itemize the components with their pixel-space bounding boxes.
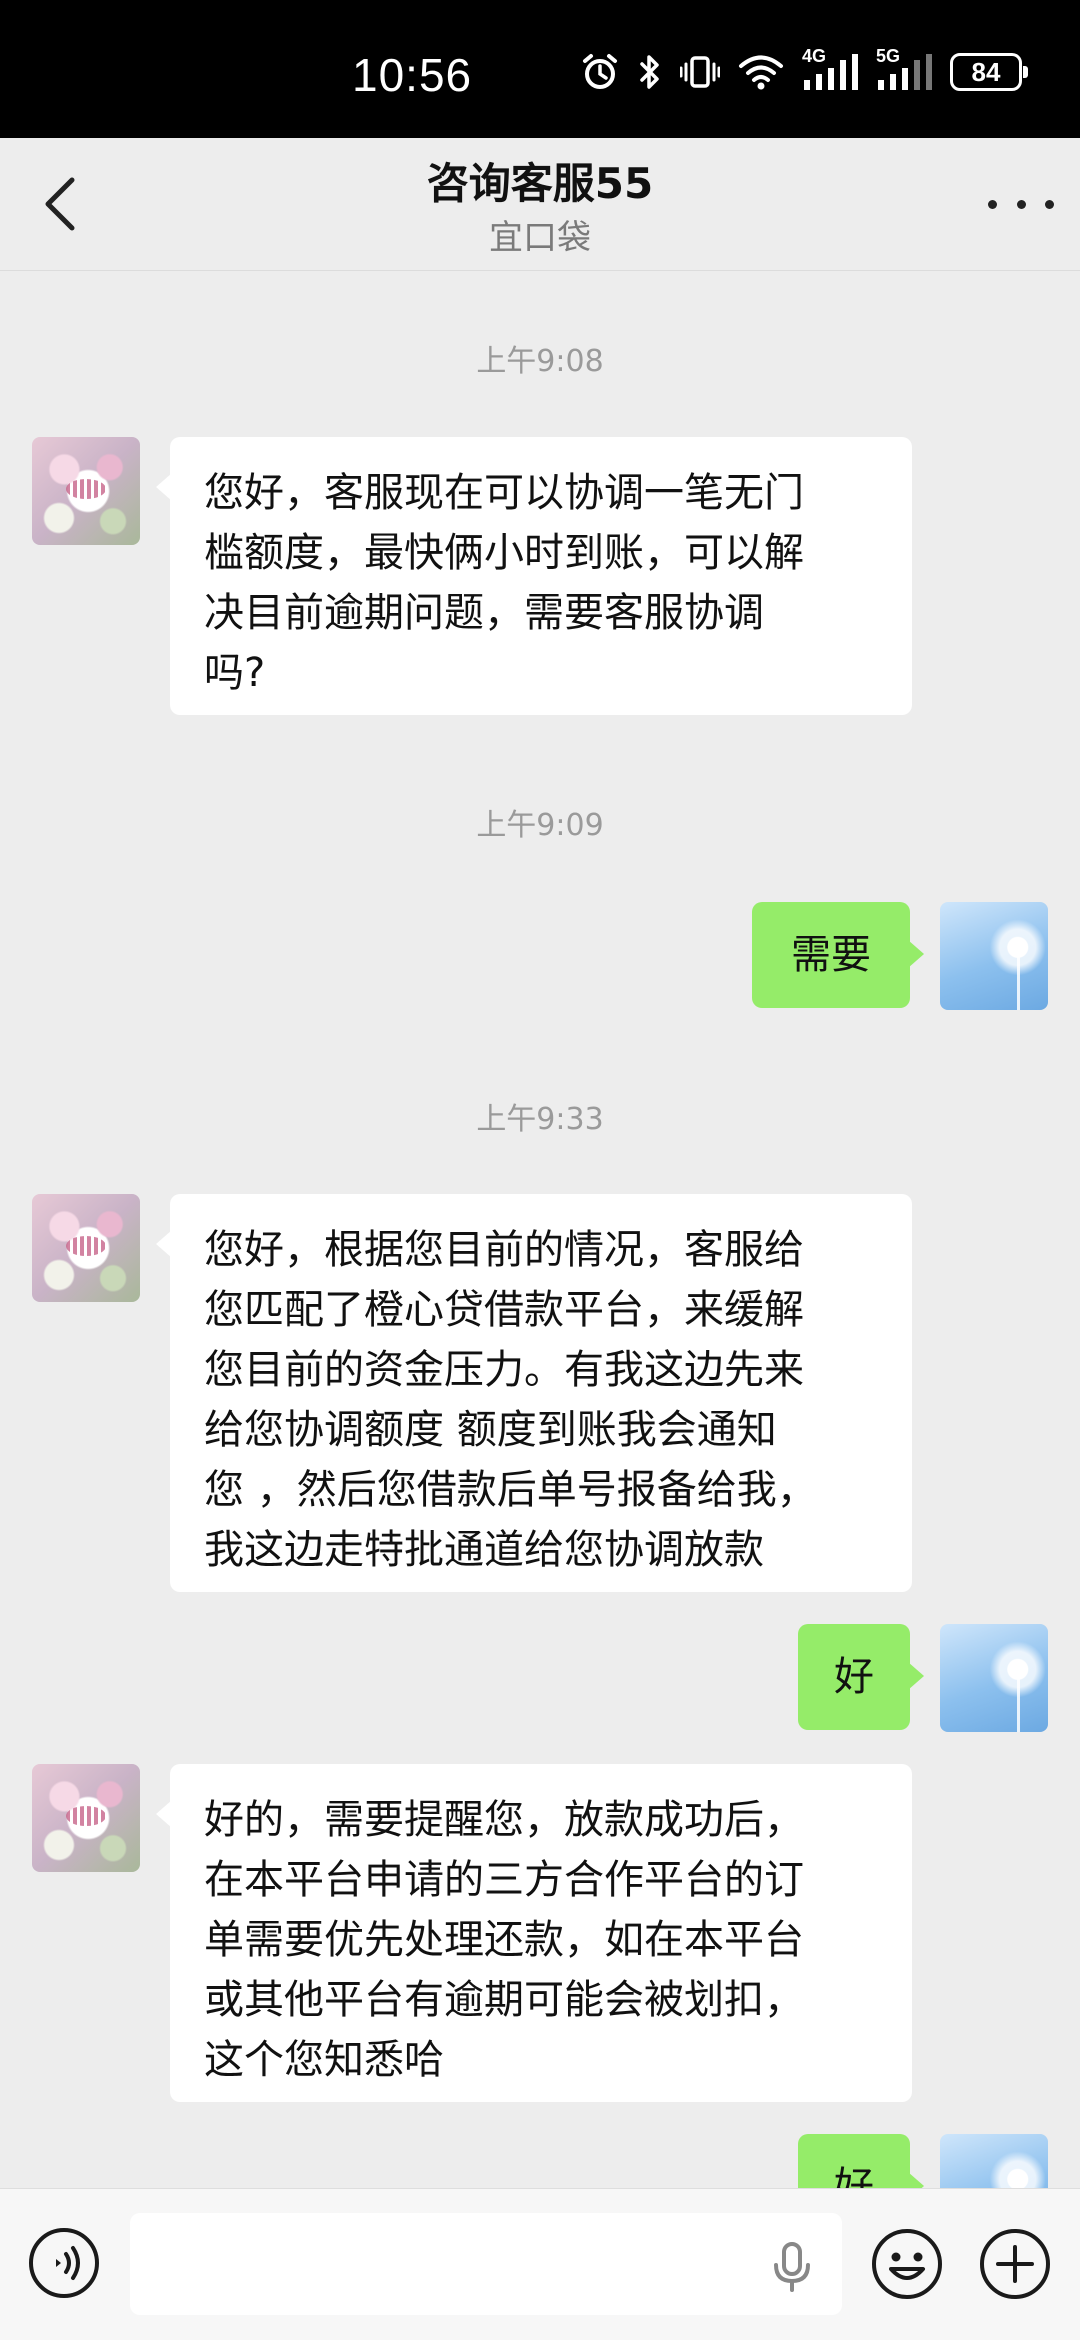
message-line: 槛额度，最快俩小时到账，可以解 [204,530,804,576]
message-line: 给您协调额度 额度到账我会通知 [204,1407,777,1453]
message-text: 好 [834,2164,874,2188]
chat-header: 咨询客服55 宜口袋 [0,138,1080,271]
message-line: 单需要优先处理还款，如在本平台 [204,1917,804,1963]
user-avatar[interactable] [940,902,1048,1010]
message-text: 需要 [791,932,871,978]
more-dot [988,199,997,209]
bluetooth-icon [640,55,659,89]
timestamp: 上午9:08 [476,344,604,379]
message-bubble-received[interactable]: 您好，客服现在可以协调一笔无门 槛额度，最快俩小时到账，可以解 决目前逾期问题，… [156,437,912,715]
input-bar [0,2188,1080,2340]
message-line: 您 ，然后您借款后单号报备给我， [204,1467,817,1513]
alarm-icon [583,54,617,89]
signal-5g: 5G [876,46,932,92]
message-line: 您好，客服现在可以协调一笔无门 [204,470,804,516]
more-button[interactable] [988,182,1054,226]
message-text: 好 [834,1654,874,1700]
chat-subtitle: 宜口袋 [489,218,591,258]
timestamp: 上午9:09 [476,808,604,843]
more-functions-button[interactable] [978,2227,1052,2301]
message-line: 在本平台申请的三方合作平台的订 [204,1857,804,1903]
message-line: 好的，需要提醒您，放款成功后， [204,1797,804,1843]
message-line: 吗? [204,650,266,696]
status-icons: 4G 5G 84 [580,46,1028,92]
emoji-button[interactable] [870,2227,944,2301]
chat-screen: 10:56 4G 5G 84 咨询客服55 宜口袋 上午9:08 您好，客服现在… [0,0,1080,2340]
message-line: 这个您知悉哈 [204,2037,444,2083]
message-bubble-received[interactable]: 好的，需要提醒您，放款成功后， 在本平台申请的三方合作平台的订 单需要优先处理还… [156,1764,912,2102]
voice-mode-icon [29,2228,99,2298]
message-line: 决目前逾期问题，需要客服协调 [204,590,764,636]
message-bubble-sent[interactable]: 好 [798,1624,924,1730]
user-avatar[interactable] [940,2134,1048,2188]
message-bubble-sent[interactable]: 需要 [752,902,924,1008]
message-bubble-received[interactable]: 您好，根据您目前的情况，客服给 您匹配了橙心贷借款平台，来缓解 您目前的资金压力… [156,1194,912,1592]
plus-icon [980,2229,1050,2299]
more-dot [1045,199,1054,209]
message-input[interactable] [130,2213,842,2315]
message-line: 或其他平台有逾期可能会被划扣， [204,1977,804,2023]
message-list[interactable]: 上午9:08 您好，客服现在可以协调一笔无门 槛额度，最快俩小时到账，可以解 决… [0,270,1080,2188]
message-line: 我这边走特批通道给您协调放款 [204,1527,764,1573]
contact-avatar[interactable] [32,1764,140,1872]
microphone-icon [774,2242,810,2292]
message-line: 您匹配了橙心贷借款平台，来缓解 [204,1287,804,1333]
contact-avatar[interactable] [32,437,140,545]
timestamp: 上午9:33 [476,1102,604,1137]
chat-title: 咨询客服55 [426,159,654,208]
contact-avatar[interactable] [32,1194,140,1302]
message-line: 您目前的资金压力。有我这边先来 [204,1347,804,1393]
more-dot [1016,199,1026,209]
status-bar: 10:56 4G 5G 84 [0,0,1080,138]
message-line: 您好，根据您目前的情况，客服给 [204,1227,804,1273]
wifi-icon [739,55,783,90]
user-avatar[interactable] [940,1624,1048,1732]
status-time: 10:56 [352,49,473,101]
signal-bars-icon [878,54,932,90]
signal-4g: 4G [802,46,858,92]
message-bubble-sent[interactable]: 好 [798,2134,924,2188]
battery-indicator: 84 [950,53,1028,91]
vibrate-icon [680,56,720,88]
voice-mode-button[interactable] [28,2227,100,2299]
signal-bars-icon [804,54,858,90]
emoji-icon [872,2229,942,2299]
